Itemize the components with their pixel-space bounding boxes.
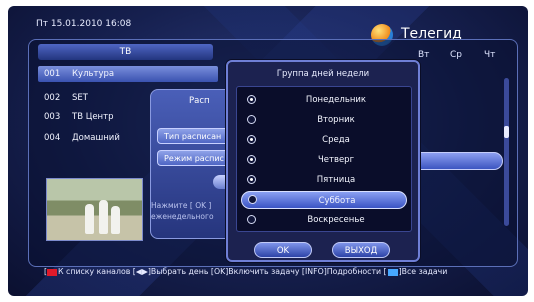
weekday-label: Воскресенье [307,215,365,225]
channel-name: SET [72,93,88,103]
footer-hint-bar: [К списку каналов [◀▶]Выбрать день [OK]В… [44,267,448,276]
scrollbar[interactable] [504,78,509,226]
weekday-option[interactable]: Воскресенье [241,211,407,229]
footer-hint-all-tasks: Все задачи [401,267,448,276]
channel-row[interactable]: 001 Культура [38,66,218,82]
weekday-label: Вторник [317,115,355,125]
footer-hint-channels: К списку каналов [ [58,267,136,276]
channel-name: Культура [72,69,115,79]
channel-preview-video [46,178,143,241]
channel-number: 003 [44,112,61,122]
blue-key-icon [387,268,398,276]
day-column-tue[interactable]: Вт [418,50,429,60]
weekday-label: Пятница [316,175,356,185]
preview-figure [99,200,108,234]
scrollbar-thumb[interactable] [504,126,509,138]
arrows-icon: ◀▶ [135,267,148,276]
weekday-label: Среда [322,135,350,145]
weekday-group-dialog: Группа дней недели Понедельник Вторник С… [226,60,420,262]
schedule-hint: Нажмите [ OK ] еженедельного [151,200,231,222]
preview-figure [85,204,94,234]
radio-checked-icon [247,95,256,104]
datetime: Пт 15.01.2010 16:08 [36,19,132,29]
dialog-title: Группа дней недели [276,69,370,79]
schedule-hint-line: Нажмите [ OK ] [151,201,212,210]
ok-button[interactable]: OK [254,242,312,258]
radio-unchecked-icon [247,115,256,124]
preview-figure [111,206,120,234]
schedule-panel-title: Расп [189,96,210,106]
channel-number: 001 [44,69,61,79]
radio-checked-icon [247,175,256,184]
day-column-thu[interactable]: Чт [484,50,495,60]
weekday-option[interactable]: Среда [241,131,407,149]
radio-checked-icon [247,155,256,164]
day-column-wed[interactable]: Ср [450,50,462,60]
exit-button[interactable]: ВЫХОД [332,242,390,258]
weekday-list: Понедельник Вторник Среда Четверг Пятниц… [236,86,412,232]
channel-number: 002 [44,93,61,103]
radio-unchecked-icon [248,195,257,204]
weekday-option-highlighted[interactable]: Суббота [241,191,407,209]
weekday-option[interactable]: Понедельник [241,91,407,109]
footer-hint-actions: Выбрать день [OK]Включить задачу [INFO]П… [150,267,387,276]
weekday-label: Суббота [318,196,356,206]
tv-tab[interactable]: ТВ [38,44,213,60]
channel-name: Домашний [72,133,120,143]
channel-number: 004 [44,133,61,143]
weekday-option[interactable]: Пятница [241,171,407,189]
radio-checked-icon [247,135,256,144]
weekday-label: Понедельник [305,95,367,105]
weekday-option[interactable]: Четверг [241,151,407,169]
red-key-icon [47,268,58,276]
schedule-hint-line: еженедельного [151,212,214,221]
channel-name: ТВ Центр [72,112,114,122]
weekday-option[interactable]: Вторник [241,111,407,129]
tv-screen: Пт 15.01.2010 16:08 Телегид ТВ Вт Ср Чт … [8,6,528,296]
weekday-label: Четверг [317,155,355,165]
radio-unchecked-icon [247,215,256,224]
